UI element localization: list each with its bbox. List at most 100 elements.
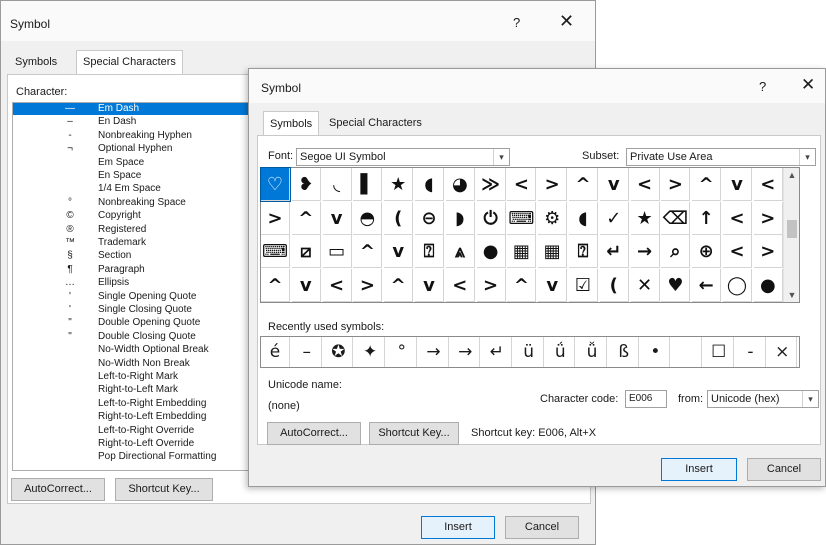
symbol-cell[interactable]: > <box>538 168 568 201</box>
symbol-cell[interactable]: ◯ <box>723 268 752 302</box>
special-character-row[interactable]: Left-to-Right Mark <box>13 371 255 383</box>
recent-symbol-cell[interactable]: ☐ <box>705 337 734 367</box>
recent-symbol-cell[interactable]: ✪ <box>324 337 354 367</box>
special-character-row[interactable]: - Nonbreaking Hyphen <box>13 130 255 142</box>
symbol-cell[interactable]: ♡ <box>260 167 291 202</box>
symbol-cell[interactable]: ★ <box>384 168 414 201</box>
symbol-cell[interactable]: ≫ <box>476 168 506 201</box>
symbol-cell[interactable]: < <box>445 268 475 302</box>
symbol-cell[interactable]: ⌨ <box>261 235 290 268</box>
subset-dropdown-chevron-icon[interactable]: ▾ <box>799 149 815 165</box>
recent-symbol-cell[interactable]: ǚ <box>578 337 607 367</box>
back-insert-button[interactable]: Insert <box>421 516 495 539</box>
symbol-cell[interactable]: ◖ <box>415 168 444 201</box>
symbol-cell[interactable]: ★ <box>630 201 660 235</box>
recent-symbol-cell[interactable]: - <box>737 337 766 367</box>
special-character-row[interactable]: – En Dash <box>13 116 255 128</box>
symbol-cell[interactable]: ⊕ <box>692 235 722 268</box>
special-character-row[interactable]: No-Width Non Break <box>13 358 255 370</box>
font-dropdown-chevron-icon[interactable]: ▾ <box>493 149 509 165</box>
front-insert-button[interactable]: Insert <box>661 458 737 481</box>
symbol-cell[interactable]: ⍰ <box>569 235 598 268</box>
scroll-up-arrow-icon[interactable]: ▲ <box>784 170 800 180</box>
special-character-row[interactable]: " Double Closing Quote <box>13 331 255 343</box>
recent-symbol-cell[interactable]: • <box>641 337 671 367</box>
symbol-cell[interactable]: ▌ <box>353 168 383 201</box>
recent-symbol-cell[interactable]: → <box>451 337 481 367</box>
special-character-row[interactable]: ® Registered <box>13 224 255 236</box>
special-characters-list[interactable]: — Em Dash – En Dash - Nonbreaking Hyphen ¬ Opti… <box>12 102 256 471</box>
symbol-cell[interactable]: ⧄ <box>291 235 321 268</box>
symbol-cell[interactable]: ⚙ <box>538 201 568 235</box>
special-character-row[interactable]: Right-to-Left Embedding <box>13 411 255 423</box>
special-character-row[interactable]: ' Single Opening Quote <box>13 291 255 303</box>
symbol-cell[interactable]: ❥ <box>291 168 321 201</box>
symbol-cell[interactable]: ^ <box>291 201 321 235</box>
from-select[interactable]: Unicode (hex) ▾ <box>707 390 819 408</box>
back-cancel-button[interactable]: Cancel <box>505 516 579 539</box>
symbol-cell[interactable]: ▦ <box>538 235 568 268</box>
recent-symbol-cell[interactable] <box>673 337 703 367</box>
symbol-cell[interactable]: v <box>538 268 568 302</box>
symbol-cell[interactable]: ▭ <box>322 235 352 268</box>
front-cancel-button[interactable]: Cancel <box>747 458 821 481</box>
special-character-row[interactable]: Pop Directional Formatting <box>13 451 255 463</box>
front-shortcut-key-button[interactable]: Shortcut Key... <box>369 422 459 445</box>
symbol-cell[interactable]: ◖ <box>569 201 598 235</box>
back-autocorrect-button[interactable]: AutoCorrect... <box>11 478 105 501</box>
special-character-row[interactable]: " Double Opening Quote <box>13 317 255 329</box>
symbol-cell[interactable]: > <box>661 168 691 201</box>
special-character-row[interactable]: 1/4 Em Space <box>13 183 255 195</box>
recent-symbol-cell[interactable]: ß <box>610 337 639 367</box>
front-help-button[interactable]: ? <box>759 79 766 94</box>
symbol-cell[interactable]: ◗ <box>445 201 475 235</box>
symbol-cell[interactable]: > <box>261 201 290 235</box>
symbol-cell[interactable]: ↑ <box>692 201 722 235</box>
symbol-cell[interactable]: < <box>507 168 537 201</box>
symbol-cell[interactable]: v <box>291 268 321 302</box>
symbol-cell[interactable]: < <box>753 168 783 201</box>
special-character-row[interactable]: ¬ Optional Hyphen <box>13 143 255 155</box>
symbol-cell[interactable]: ▦ <box>507 235 537 268</box>
symbol-cell[interactable]: ✕ <box>630 268 660 302</box>
recent-symbol-cell[interactable]: ǘ <box>546 337 576 367</box>
symbol-cell[interactable]: ♥ <box>661 268 691 302</box>
symbol-cell[interactable]: < <box>723 201 752 235</box>
symbol-cell[interactable]: → <box>630 235 660 268</box>
special-character-row[interactable]: — Em Dash <box>13 103 255 115</box>
back-tab-symbols[interactable]: Symbols <box>9 53 63 74</box>
symbol-cell[interactable]: ● <box>753 268 783 302</box>
recent-symbol-cell[interactable]: ° <box>388 337 417 367</box>
recent-symbol-cell[interactable]: × <box>768 337 798 367</box>
special-character-row[interactable]: Em Space <box>13 157 255 169</box>
special-character-row[interactable]: … Ellipsis <box>13 277 255 289</box>
scroll-down-arrow-icon[interactable]: ▼ <box>784 290 800 300</box>
symbol-cell[interactable]: ● <box>476 235 506 268</box>
symbol-cell[interactable]: v <box>384 235 414 268</box>
special-character-row[interactable]: Left-to-Right Override <box>13 425 255 437</box>
special-character-row[interactable]: ™ Trademark <box>13 237 255 249</box>
back-close-icon[interactable]: ✕ <box>559 11 574 32</box>
symbol-cell[interactable]: > <box>476 268 506 302</box>
symbol-cell[interactable]: ⏻ <box>476 201 506 235</box>
special-character-row[interactable]: No-Width Optional Break <box>13 344 255 356</box>
from-dropdown-chevron-icon[interactable]: ▾ <box>802 391 818 407</box>
special-character-row[interactable]: © Copyright <box>13 210 255 222</box>
symbol-cell[interactable]: v <box>723 168 752 201</box>
back-help-button[interactable]: ? <box>513 15 520 30</box>
recent-symbol-cell[interactable]: é <box>261 337 290 367</box>
subset-select[interactable]: Private Use Area ▾ <box>626 148 816 166</box>
symbol-grid[interactable]: ● ◯ ← ♥ ✕(☑ v ^ > < v ^ > < v ^ > < ⊕ ⌕ → ↵ ⍰ ▦ ▦ ● ⩓ ⍰ v ^ ▭ ⧄ ⌨ > < ↑ ⌫ ★ ✓… <box>260 167 800 303</box>
recent-symbol-cell[interactable]: → <box>420 337 449 367</box>
symbol-cell[interactable]: ^ <box>569 168 598 201</box>
symbol-grid-scrollbar[interactable]: ▲ ▼ <box>783 168 799 302</box>
character-code-input[interactable]: E006 <box>625 390 667 408</box>
recent-symbol-cell[interactable]: ü <box>515 337 544 367</box>
symbol-cell[interactable]: ^ <box>507 268 537 302</box>
symbol-cell[interactable]: ✓ <box>599 201 629 235</box>
symbol-cell[interactable]: ^ <box>384 268 414 302</box>
symbol-cell[interactable]: ↵ <box>599 235 629 268</box>
symbol-cell[interactable]: ⩓ <box>445 235 475 268</box>
font-select[interactable]: Segoe UI Symbol ▾ <box>296 148 510 166</box>
special-character-row[interactable]: Left-to-Right Embedding <box>13 398 255 410</box>
